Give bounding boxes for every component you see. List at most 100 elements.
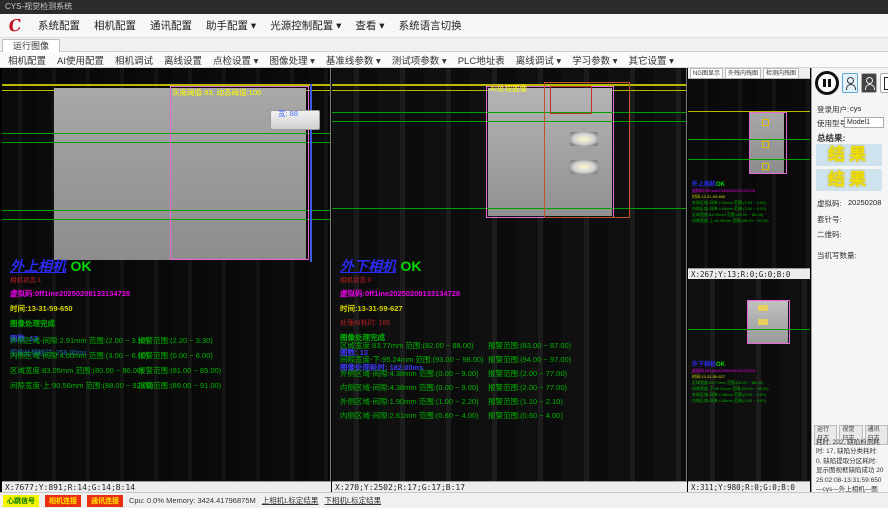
ai-overlay-text: AI处理图像 xyxy=(490,83,527,94)
user-body-icon xyxy=(865,84,875,90)
measurement-text: 内侧区域-间隙:4.38mm 范围:(0.00 ~ 9.00) xyxy=(692,398,810,404)
process-done-text: 图像处理完成 xyxy=(10,318,331,329)
thumb-top-result-text: 外上相机OK 虚拟码:0ff1ine20250208133134728 时间:1… xyxy=(692,179,810,224)
measurement-text: 内侧区域-间隙:4.38mm 范围:(0.00 ~ 9.00) xyxy=(340,383,479,392)
tool-camera-config[interactable]: 相机配置 xyxy=(8,53,46,67)
menu-assistant-config[interactable]: 助手配置 ▾ xyxy=(206,18,256,33)
needle-number-label: 套针号: xyxy=(817,214,842,225)
calib-bottom-link[interactable]: 下相机L标定结果 xyxy=(324,495,381,506)
tool-plc-table[interactable]: PLC地址表 xyxy=(458,53,505,67)
thumb-bottom-view[interactable]: 外下相机OK 虚拟码:0ff1ine20250208133134728 时间:1… xyxy=(688,279,810,481)
thumbnail-column: NG图显示 外残内残图 检测内残图 外上相机OK 虚拟码:0ff1ine2025… xyxy=(688,68,810,494)
login-user-label: 登录用户: xyxy=(817,104,849,115)
alarm-range-text: 报警范围:(0.60 ~ 4.00) xyxy=(488,410,563,421)
width-overlay-text: 宽: 88 xyxy=(278,108,298,119)
tool-check-setting[interactable]: 点检设置 ▾ xyxy=(213,53,258,67)
model-select[interactable]: Model1 xyxy=(844,117,884,128)
thumbnail-tabs: NG图显示 外残内残图 检测内残图 xyxy=(688,68,810,79)
result-box-bottom: 结果 xyxy=(816,169,882,191)
measurement-text: 外侧区域-间隙:4.38mm 范围:(0.00 ~ 9.00) xyxy=(340,369,479,378)
thumb-top-view[interactable]: 外上相机OK 虚拟码:0ff1ine20250208133134728 时间:1… xyxy=(688,79,810,268)
window-titlebar: CYS-视觉检测系统 xyxy=(0,0,888,14)
menu-comm-config[interactable]: 通讯配置 xyxy=(150,18,192,33)
tool-offline-debug[interactable]: 离线调试 ▾ xyxy=(516,53,561,67)
status-bar: 心跳信号 相机连接 通讯连接 Cpu: 0.0% Memory: 3424.41… xyxy=(0,492,888,508)
measurement-text: 外侧区域-间隙:2.91mm 范围:(2.00 ~ 3.50) xyxy=(10,336,149,345)
alarm-range-text: 报警范围:(2.20 ~ 3.30) xyxy=(138,335,213,346)
app-window: CYS-视觉检测系统 C 系统配置 相机配置 通讯配置 助手配置 ▾ 光源控制配… xyxy=(0,0,888,522)
overlay-green-line xyxy=(688,159,810,160)
measurement-row: 内侧区域-间隙:2.61mm 范围:(0.60 ~ 4.00) 报警范围:(0.… xyxy=(340,410,680,421)
menu-bar: C 系统配置 相机配置 通讯配置 助手配置 ▾ 光源控制配置 ▾ 查看 ▾ 系统… xyxy=(0,14,888,38)
roi-rect xyxy=(747,300,790,344)
menu-view[interactable]: 查看 ▾ xyxy=(355,18,384,33)
defect-marker xyxy=(762,141,769,148)
user-dark-icon[interactable] xyxy=(861,73,877,93)
measurement-row: 外侧区域-间隙:1.90mm 范围:(1.00 ~ 2.20) 报警范围:(1.… xyxy=(340,396,680,407)
pause-icon[interactable] xyxy=(815,71,839,95)
tool-ai-config[interactable]: AI使用配置 xyxy=(57,53,104,67)
tab-inner-defect[interactable]: 检测内残图 xyxy=(763,68,799,78)
camera-result: OK xyxy=(400,258,421,274)
measurement-row: 外侧区域-间隙:2.91mm 范围:(2.00 ~ 3.50) 报警范围:(2.… xyxy=(10,335,331,346)
measurement-text: 间隙宽度-上:90.56mm 范围:(88.00 ~ 92.00) xyxy=(10,381,154,390)
tool-learn-params[interactable]: 学习参数 ▾ xyxy=(572,53,617,67)
user-icon[interactable] xyxy=(842,73,858,93)
measurement-text: 间隙宽度-上:90.56mm 范围:(88.00 ~ 92.00) xyxy=(692,218,810,224)
center-camera-view[interactable]: AI处理图像 外下相机 OK 相机状态:0 虚拟码:0ff1ine2025020… xyxy=(332,68,687,481)
left-camera-view[interactable]: 灰度阈值:93, 动态阈值:100 宽: 88 外上相机 OK 相机状态:1 虚… xyxy=(2,68,331,481)
tab-run-image[interactable]: 运行图像 xyxy=(2,39,60,52)
thumb-top-pixel-readout: X:267;Y:13;R:0;G:0;B:0 xyxy=(688,268,810,279)
menu-camera-config[interactable]: 相机配置 xyxy=(94,18,136,33)
calib-top-link[interactable]: 上相机L标定结果 xyxy=(262,495,319,506)
result-box-text: 结果 xyxy=(828,145,870,164)
defect-marker xyxy=(762,119,769,126)
ai-time-text: 处理AI耗时: 166 xyxy=(340,318,670,328)
menu-language-switch[interactable]: 系统语言切换 xyxy=(399,18,462,33)
exit-icon[interactable]: → xyxy=(880,73,888,93)
menu-system-config[interactable]: 系统配置 xyxy=(38,18,80,33)
defect-marker xyxy=(758,305,768,311)
alarm-range-text: 报警范围:(2.00 ~ 77.00) xyxy=(488,368,567,379)
tool-offline-setting[interactable]: 离线设置 xyxy=(164,53,202,67)
tool-camera-debug[interactable]: 相机调试 xyxy=(115,53,153,67)
alarm-range-text: 报警范围:(89.00 ~ 91.00) xyxy=(138,380,221,391)
measurement-text: 区域宽度:83.77mm 范围:(82.00 ~ 88.00) xyxy=(340,341,474,350)
camera-title: 外上相机 xyxy=(10,258,66,274)
tool-image-process[interactable]: 图像处理 ▾ xyxy=(269,53,314,67)
tab-outer-defect[interactable]: 外残内残图 xyxy=(725,68,761,78)
comm-connect-badge: 通讯连接 xyxy=(87,495,123,507)
reflector-highlight xyxy=(570,160,598,174)
measurement-row: 区域宽度:83.77mm 范围:(82.00 ~ 88.00) 报警范围:(83… xyxy=(340,340,680,351)
right-sidebar: → 登录用户: cys 使用型号: Model1 总结果: 结果 结果 虚拟码:… xyxy=(811,68,888,494)
tab-ng-image[interactable]: NG图显示 xyxy=(690,68,723,78)
measurement-text: 内侧区域-间隙:4.60mm 范围:(3.00 ~ 6.00) xyxy=(10,351,149,360)
write-count-label: 当机写数量: xyxy=(817,250,857,261)
alarm-range-text: 报警范围:(94.00 ~ 97.00) xyxy=(488,354,571,365)
measurement-text: 间隙宽度-下:95.24mm 范围:(93.00 ~ 98.00) xyxy=(340,355,484,364)
user-head-icon xyxy=(847,77,854,84)
alarm-range-text: 报警范围:(83.00 ~ 87.00) xyxy=(488,340,571,351)
sidebar-buttons: → xyxy=(815,71,888,95)
camera-connect-badge: 相机连接 xyxy=(45,495,81,507)
defect-marker xyxy=(762,163,769,170)
measurement-row: 间隙宽度-上:90.56mm 范围:(88.00 ~ 92.00) 报警范围:(… xyxy=(10,380,331,391)
camera-title: 外下相机 xyxy=(340,258,396,274)
alarm-range-text: 报警范围:(0.00 ~ 6.00) xyxy=(138,350,213,361)
app-logo-icon: C xyxy=(5,15,25,36)
tool-baseline-params[interactable]: 基准线参数 ▾ xyxy=(326,53,381,67)
threshold-overlay-text: 灰度阈值:93, 动态阈值:100 xyxy=(172,87,261,98)
menu-light-config[interactable]: 光源控制配置 ▾ xyxy=(270,18,341,33)
defect-rect xyxy=(550,86,592,114)
left-pixel-readout: X:7677;Y:891;R:14;G:14;B:14 xyxy=(2,481,331,492)
alarm-range-text: 报警范围:(1.10 ~ 2.10) xyxy=(488,396,563,407)
measurement-text: 区域宽度:83.05mm 范围:(80.00 ~ 86.00) xyxy=(10,366,144,375)
total-result-label: 总结果: xyxy=(817,132,845,144)
qr-code-label: 二维码: xyxy=(817,229,842,240)
virtual-code-label: 虚拟码: xyxy=(817,198,842,209)
thumb-bottom-result-text: 外下相机OK 虚拟码:0ff1ine20250208133134728 时间:1… xyxy=(692,359,810,404)
tool-test-params[interactable]: 测试项参数 ▾ xyxy=(392,53,447,67)
alarm-range-text: 报警范围:(2.00 ~ 77.00) xyxy=(488,382,567,393)
time-text: 时间:13-31-59-650 xyxy=(10,303,331,314)
tool-other-setting[interactable]: 其它设置 ▾ xyxy=(629,53,674,67)
